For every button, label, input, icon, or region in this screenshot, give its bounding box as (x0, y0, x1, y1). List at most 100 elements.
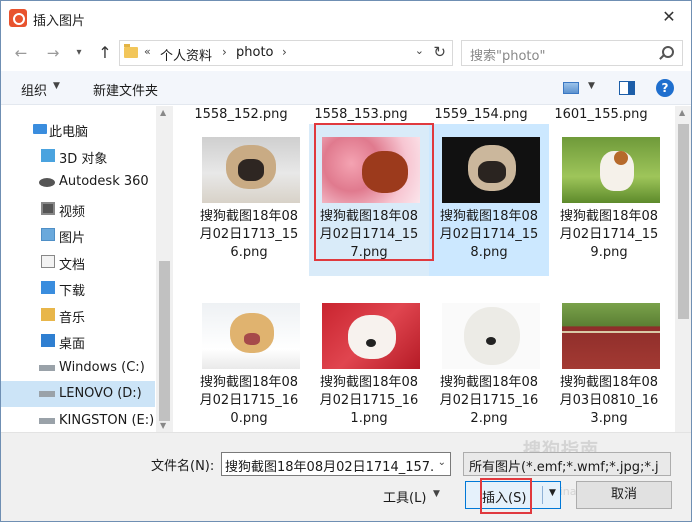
documents-folder-icon (41, 255, 55, 268)
split-divider (542, 486, 543, 504)
sidebar-item-desktop[interactable]: 桌面 (1, 328, 155, 354)
scrollbar-thumb[interactable] (159, 261, 170, 421)
address-bar[interactable]: « 个人资料 › photo › ⌄ ↻ (119, 40, 453, 66)
chevron-right-icon[interactable]: › (222, 45, 227, 59)
thumbnail-image (202, 137, 300, 203)
sidebar-item-label: 下载 (59, 284, 86, 299)
breadcrumb-item[interactable]: 个人资料 (160, 45, 212, 64)
file-tile[interactable]: 搜狗截图18年08月02日1713_156.png (189, 124, 309, 276)
file-tile[interactable]: 搜狗截图18年08月02日1715_161.png (309, 290, 429, 432)
chevron-right-icon[interactable]: › (282, 45, 287, 59)
sidebar-item-windows-c[interactable]: Windows (C:) (1, 355, 155, 381)
sidebar-item-documents[interactable]: 文档 (1, 249, 155, 275)
file-grid-scrollbar[interactable]: ▲ (675, 106, 691, 432)
organize-menu-button[interactable]: 组织 (21, 80, 47, 99)
search-placeholder: 搜索"photo" (470, 49, 546, 64)
sidebar-item-label: 此电脑 (49, 125, 89, 140)
sidebar-item-pictures[interactable]: 图片 (1, 222, 155, 248)
tools-menu-button[interactable]: 工具(L) (383, 487, 426, 506)
downloads-folder-icon (41, 281, 55, 294)
annotation-highlight-box (314, 123, 434, 261)
sidebar-item-label: 文档 (59, 258, 86, 273)
thumbnail-image (202, 303, 300, 369)
new-folder-button[interactable]: 新建文件夹 (93, 80, 158, 99)
file-tile[interactable]: 搜狗截图18年08月02日1715_160.png (189, 290, 309, 432)
thumbnail-image (442, 137, 540, 203)
sidebar-item-label: 音乐 (59, 311, 86, 326)
scroll-up-icon[interactable]: ▲ (160, 108, 166, 117)
sidebar-item-autodesk-360[interactable]: Autodesk 360 (1, 169, 155, 195)
sidebar-item-music[interactable]: 音乐 (1, 302, 155, 328)
cloud-drive-icon (39, 178, 55, 187)
breadcrumb-item[interactable]: photo (236, 45, 274, 60)
sidebar-item-label: 图片 (59, 231, 86, 246)
forward-arrow-icon[interactable]: → (41, 41, 65, 65)
file-name: 搜狗截图18年08月02日1715_161.png (319, 375, 419, 426)
close-button[interactable]: ✕ (647, 1, 691, 33)
cancel-button[interactable]: 取消 (576, 481, 672, 509)
scroll-down-icon[interactable]: ▼ (160, 421, 166, 430)
sidebar-item-label: Windows (C:) (59, 360, 145, 375)
sidebar-item-downloads[interactable]: 下载 (1, 275, 155, 301)
file-name: 搜狗截图18年08月03日0810_163.png (559, 375, 659, 426)
file-name: 搜狗截图18年08月02日1713_156.png (199, 209, 299, 260)
file-name-partial[interactable]: 1558_153.png (301, 107, 421, 122)
preview-pane-icon[interactable] (619, 81, 635, 95)
file-tile[interactable]: 搜狗截图18年08月03日0810_163.png (549, 290, 669, 432)
sidebar-item-videos[interactable]: 视频 (1, 196, 155, 222)
thumbnail-image (562, 137, 660, 203)
sidebar-item-this-pc[interactable]: 此电脑 (1, 116, 155, 142)
scrollbar-thumb[interactable] (678, 124, 689, 319)
search-icon[interactable] (662, 46, 674, 58)
desktop-folder-icon (41, 334, 55, 347)
caret-down-icon[interactable]: ▼ (588, 81, 595, 91)
sidebar-item-label: 桌面 (59, 337, 86, 352)
navigation-bar: ← → ▾ ↑ « 个人资料 › photo › ⌄ ↻ 搜索"photo" (1, 37, 691, 69)
up-arrow-icon[interactable]: ↑ (93, 41, 117, 65)
thumbnail-image (442, 303, 540, 369)
file-name: 搜狗截图18年08月02日1714_158.png (439, 209, 539, 260)
breadcrumb-overflow[interactable]: « (144, 45, 151, 58)
drive-icon (39, 391, 55, 397)
file-type-filter-value: 所有图片(*.emf;*.wmf;*.jpg;*.jp (469, 460, 659, 475)
sidebar-scrollbar[interactable]: ▲ ▼ (156, 106, 173, 432)
help-icon[interactable]: ? (656, 79, 674, 97)
sidebar-item-3d-objects[interactable]: 3D 对象 (1, 143, 155, 169)
file-name-partial[interactable]: 1559_154.png (421, 107, 541, 122)
video-folder-icon (41, 202, 55, 215)
computer-icon (33, 124, 47, 134)
caret-down-icon[interactable]: ▼ (433, 489, 440, 499)
sidebar-item-kingston-e[interactable]: KINGSTON (E:) (1, 408, 155, 434)
3d-objects-icon (41, 149, 55, 162)
file-name-partial[interactable]: 1558_152.png (181, 107, 301, 122)
filename-label: 文件名(N): (151, 459, 215, 474)
file-name-partial[interactable]: 1601_155.png (541, 107, 661, 122)
chevron-down-icon[interactable]: ⌄ (415, 44, 424, 57)
drive-icon (39, 418, 55, 424)
file-tile[interactable]: 搜狗截图18年08月02日1714_159.png (549, 124, 669, 276)
file-name: 搜狗截图18年08月02日1715_162.png (439, 375, 539, 426)
command-toolbar: 组织 ▼ 新建文件夹 ▼ ? (1, 71, 691, 105)
sidebar-item-label: 3D 对象 (59, 152, 108, 167)
chevron-down-icon[interactable]: ⌄ (438, 457, 446, 468)
caret-down-icon[interactable]: ▼ (53, 81, 60, 91)
title-bar: 插入图片 ✕ (1, 1, 691, 35)
back-arrow-icon[interactable]: ← (9, 41, 33, 65)
scroll-up-icon[interactable]: ▲ (679, 108, 685, 117)
sidebar-item-lenovo-d[interactable]: LENOVO (D:) (1, 381, 155, 407)
thumbnail-image (562, 303, 660, 369)
file-type-filter-select[interactable]: 所有图片(*.emf;*.wmf;*.jpg;*.jp (463, 452, 671, 476)
window-title: 插入图片 (33, 14, 86, 29)
file-tile[interactable]: 搜狗截图18年08月02日1714_158.png (429, 124, 549, 276)
search-input[interactable]: 搜索"photo" (461, 40, 683, 66)
thumbnail-image (322, 303, 420, 369)
filename-input[interactable]: 搜狗截图18年08月02日1714_157. ⌄ (221, 452, 451, 476)
file-tile[interactable]: 搜狗截图18年08月02日1715_162.png (429, 290, 549, 432)
sidebar-item-label: LENOVO (D:) (59, 386, 142, 401)
insert-options-caret-icon[interactable]: ▼ (549, 488, 556, 498)
file-name: 搜狗截图18年08月02日1715_160.png (199, 375, 299, 426)
recent-locations-chevron-icon[interactable]: ▾ (71, 41, 87, 65)
view-options-icon[interactable] (563, 82, 579, 94)
refresh-icon[interactable]: ↻ (433, 43, 446, 61)
drive-icon (39, 365, 55, 371)
